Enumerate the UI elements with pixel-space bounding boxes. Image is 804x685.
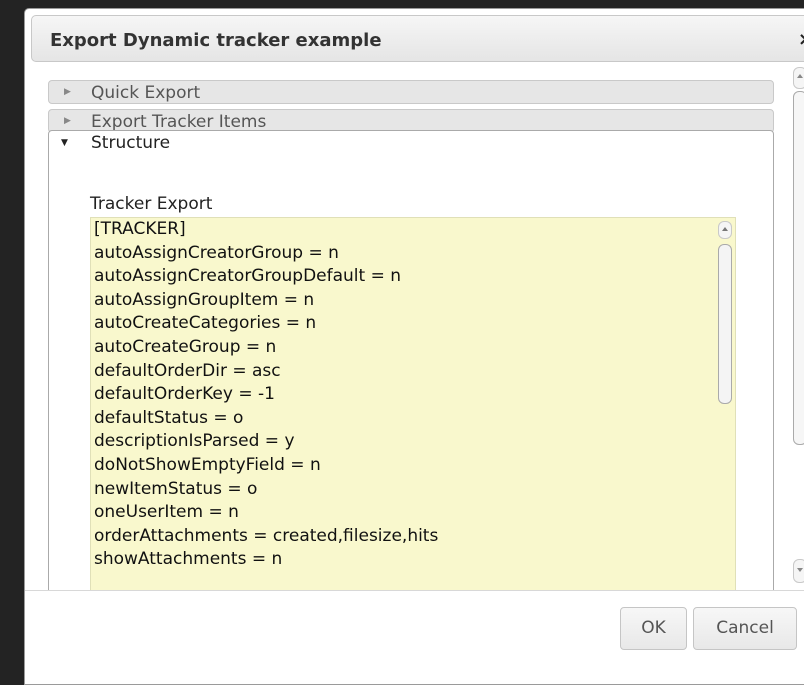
text-line: autoAssignGroupItem = n — [94, 289, 315, 310]
triangle-down-icon: ▼ — [61, 138, 68, 148]
scrollbar-thumb[interactable] — [793, 91, 804, 445]
text-line: defaultOrderDir = asc — [94, 360, 281, 381]
text-line: autoAssignCreatorGroupDefault = n — [94, 266, 402, 287]
text-line: autoCreateGroup = n — [94, 336, 277, 357]
accordion-quick-export[interactable]: ▶ Quick Export — [48, 80, 774, 104]
accordion-structure: ▼ Structure Tracker Export [TRACKER] aut… — [48, 130, 774, 590]
text-line: showAttachments = n — [94, 549, 283, 570]
dialog-footer: OK Cancel — [25, 590, 804, 684]
tracker-export-label: Tracker Export — [90, 194, 213, 214]
accordion-label: Quick Export — [91, 83, 201, 103]
dialog-scrollbar[interactable] — [793, 67, 804, 589]
text-line: defaultStatus = o — [94, 407, 244, 428]
cancel-button[interactable]: Cancel — [693, 607, 797, 650]
export-dialog: Export Dynamic tracker example × ▶ Quick… — [24, 8, 804, 685]
text-line: descriptionIsParsed = y — [94, 431, 295, 452]
text-line: doNotShowEmptyField = n — [94, 454, 321, 475]
dialog-titlebar[interactable]: Export Dynamic tracker example × — [31, 15, 804, 62]
triangle-right-icon: ▶ — [64, 87, 71, 97]
textarea-scrollbar[interactable] — [714, 218, 735, 590]
close-icon[interactable]: × — [798, 29, 804, 50]
ok-button[interactable]: OK — [620, 607, 687, 650]
dialog-title: Export Dynamic tracker example — [50, 30, 382, 51]
dialog-content: ▶ Quick Export ▶ Export Tracker Items ▼ … — [25, 69, 804, 590]
accordion-label: Export Tracker Items — [91, 112, 267, 132]
scrollbar-thumb[interactable] — [718, 244, 732, 404]
text-line: [TRACKER] — [94, 219, 186, 239]
accordion-label: Structure — [91, 133, 171, 153]
tracker-export-textarea[interactable]: [TRACKER] autoAssignCreatorGroup = n aut… — [90, 217, 736, 590]
text-line: defaultOrderKey = -1 — [94, 384, 275, 405]
text-line: oneUserItem = n — [94, 502, 239, 523]
triangle-right-icon: ▶ — [64, 116, 71, 126]
scroll-down-icon[interactable] — [793, 559, 804, 583]
text-line: autoAssignCreatorGroup = n — [94, 242, 339, 263]
scroll-up-icon[interactable] — [793, 67, 804, 89]
text-line: autoCreateCategories = n — [94, 313, 317, 334]
text-line: newItemStatus = o — [94, 478, 258, 499]
scroll-up-icon[interactable] — [718, 221, 732, 239]
text-line: orderAttachments = created,filesize,hits — [94, 525, 439, 546]
accordion-structure-header[interactable]: ▼ Structure — [49, 131, 773, 157]
